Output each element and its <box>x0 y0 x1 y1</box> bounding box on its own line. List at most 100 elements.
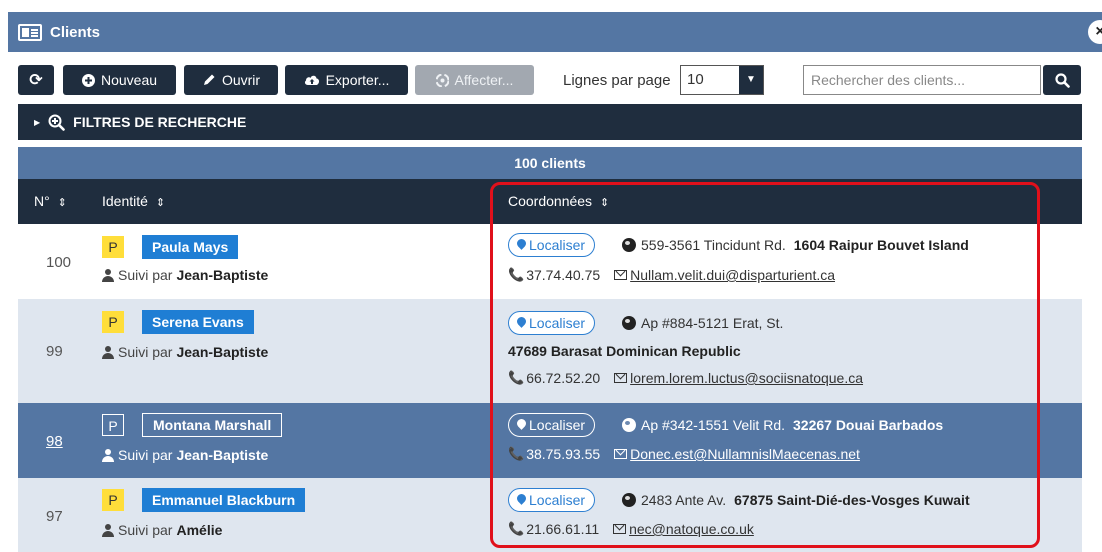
phone-number: 21.66.61.11 <box>526 521 600 537</box>
status-badge: P <box>102 311 124 333</box>
window-titlebar: Clients <box>8 12 1102 52</box>
user-icon <box>102 523 114 537</box>
map-marker-icon <box>517 494 526 506</box>
email-link[interactable]: nec@natoque.co.uk <box>629 521 754 537</box>
phone-icon: 📞 <box>508 521 525 536</box>
new-button[interactable]: Nouveau <box>63 65 176 95</box>
row-number: 100 <box>46 254 72 271</box>
address-city: 67875 Saint-Dié-des-Vosges Kuwait <box>734 492 970 508</box>
client-name[interactable]: Paula Mays <box>142 235 239 259</box>
header-identity[interactable]: Identité ⇕ <box>102 193 165 209</box>
header-identity-label: Identité <box>102 193 148 209</box>
table-row[interactable]: 100 P Paula Mays Suivi par Jean-Baptiste… <box>18 224 1082 299</box>
assign-button[interactable]: Affecter... <box>415 65 534 95</box>
locate-button[interactable]: Localiser <box>508 413 596 437</box>
map-marker-icon <box>517 239 526 251</box>
address-street: Ap #342-1551 Velit Rd. <box>641 417 785 433</box>
address-city: 32267 Douai Barbados <box>793 417 944 433</box>
address-city: 47689 Barasat Dominican Republic <box>508 343 741 359</box>
refresh-icon: ⟳ <box>29 72 43 89</box>
address: Ap #342-1551 Velit Rd. 32267 Douai Barba… <box>622 417 943 433</box>
recycle-icon <box>435 73 449 87</box>
email-link[interactable]: Donec.est@NullamnislMaecenas.net <box>630 446 860 462</box>
globe-icon <box>622 316 636 330</box>
header-contact[interactable]: Coordonnées ⇕ <box>508 193 609 209</box>
lines-per-page-value: 10 <box>687 71 704 88</box>
email-link[interactable]: lorem.lorem.luctus@sociisnatoque.ca <box>630 370 863 386</box>
zoom-plus-icon <box>48 114 65 131</box>
header-contact-label: Coordonnées <box>508 193 593 209</box>
followed-by: Suivi par Jean-Baptiste <box>102 447 268 463</box>
phone-icon: 📞 <box>508 267 525 282</box>
email-link[interactable]: Nullam.velit.dui@disparturient.ca <box>630 267 835 283</box>
table-row[interactable]: 99 P Serena Evans Suivi par Jean-Baptist… <box>18 299 1082 403</box>
followed-by-prefix: Suivi par <box>118 267 173 283</box>
new-button-label: Nouveau <box>100 72 158 88</box>
envelope-icon <box>613 524 627 534</box>
followed-by-name: Jean-Baptiste <box>176 447 269 463</box>
clients-card-icon <box>18 23 42 41</box>
user-icon <box>102 268 114 282</box>
globe-icon <box>622 493 636 507</box>
status-badge: P <box>102 414 124 436</box>
export-button[interactable]: Exporter... <box>285 65 408 95</box>
header-num-label: N° <box>34 193 50 209</box>
row-number: 97 <box>46 508 63 525</box>
map-marker-icon <box>517 419 526 431</box>
envelope-icon <box>614 373 628 383</box>
search-input[interactable] <box>803 65 1041 95</box>
followed-by: Suivi par Jean-Baptiste <box>102 344 268 360</box>
contact-line: 📞 38.75.93.55 Donec.est@NullamnislMaecen… <box>508 446 860 462</box>
table-header: N° ⇕ Identité ⇕ Coordonnées ⇕ <box>18 179 1082 224</box>
locate-button[interactable]: Localiser <box>508 488 596 512</box>
followed-by-name: Jean-Baptiste <box>176 267 269 283</box>
address-city: 1604 Raipur Bouvet Island <box>793 237 969 253</box>
table-row-selected[interactable]: 98 P Montana Marshall Suivi par Jean-Bap… <box>18 403 1082 478</box>
client-name[interactable]: Montana Marshall <box>142 413 283 437</box>
envelope-icon <box>614 270 628 280</box>
contact-line: 📞 66.72.52.20 lorem.lorem.luctus@sociisn… <box>508 370 863 386</box>
row-number[interactable]: 98 <box>46 433 63 450</box>
globe-icon <box>622 418 636 432</box>
contact-line: 📞 37.74.40.75 Nullam.velit.dui@dispartur… <box>508 267 835 283</box>
locate-button[interactable]: Localiser <box>508 233 596 257</box>
sort-icon: ⇕ <box>155 197 166 209</box>
locate-label: Localiser <box>529 417 586 433</box>
phone-icon: 📞 <box>508 446 525 461</box>
search-filters-toggle[interactable]: ▶ FILTRES DE RECHERCHE <box>18 104 1082 140</box>
user-icon <box>102 345 114 359</box>
status-badge: P <box>102 236 124 258</box>
followed-by-name: Jean-Baptiste <box>176 344 269 360</box>
search-filters-label: FILTRES DE RECHERCHE <box>73 114 247 130</box>
table-row[interactable]: 97 P Emmanuel Blackburn Suivi par Amélie… <box>18 478 1082 552</box>
search-icon <box>1054 72 1070 88</box>
row-number: 99 <box>46 343 63 360</box>
lines-per-page-select[interactable]: 10 ▼ <box>680 65 764 95</box>
globe-icon <box>622 238 636 252</box>
locate-button[interactable]: Localiser <box>508 311 596 335</box>
open-button[interactable]: Ouvrir <box>184 65 278 95</box>
address: 2483 Ante Av. 67875 Saint-Dié-des-Vosges… <box>622 492 970 508</box>
chevron-down-icon: ▼ <box>739 66 763 94</box>
client-count-bar: 100 clients <box>18 147 1082 179</box>
client-count: 100 clients <box>514 155 586 171</box>
toolbar: ⟳ Nouveau Ouvrir Exporter... Affecter...… <box>18 64 1082 98</box>
assign-button-label: Affecter... <box>454 72 514 88</box>
phone-number: 38.75.93.55 <box>526 446 601 462</box>
phone-number: 66.72.52.20 <box>526 370 601 386</box>
phone-icon: 📞 <box>508 370 525 385</box>
map-marker-icon <box>517 317 526 329</box>
client-name[interactable]: Serena Evans <box>142 310 254 334</box>
lines-per-page-label: Lignes par page <box>563 72 671 89</box>
refresh-button[interactable]: ⟳ <box>18 65 54 95</box>
search-button[interactable] <box>1043 65 1081 95</box>
header-num[interactable]: N° ⇕ <box>34 193 67 209</box>
status-badge: P <box>102 489 124 511</box>
client-name[interactable]: Emmanuel Blackburn <box>142 488 306 512</box>
followed-by: Suivi par Jean-Baptiste <box>102 267 268 283</box>
envelope-icon <box>614 449 628 459</box>
address-street: Ap #884-5121 Erat, St. <box>641 315 784 331</box>
address: Ap #884-5121 Erat, St. <box>622 315 783 331</box>
cloud-upload-icon <box>304 75 319 85</box>
open-button-label: Ouvrir <box>221 72 261 88</box>
